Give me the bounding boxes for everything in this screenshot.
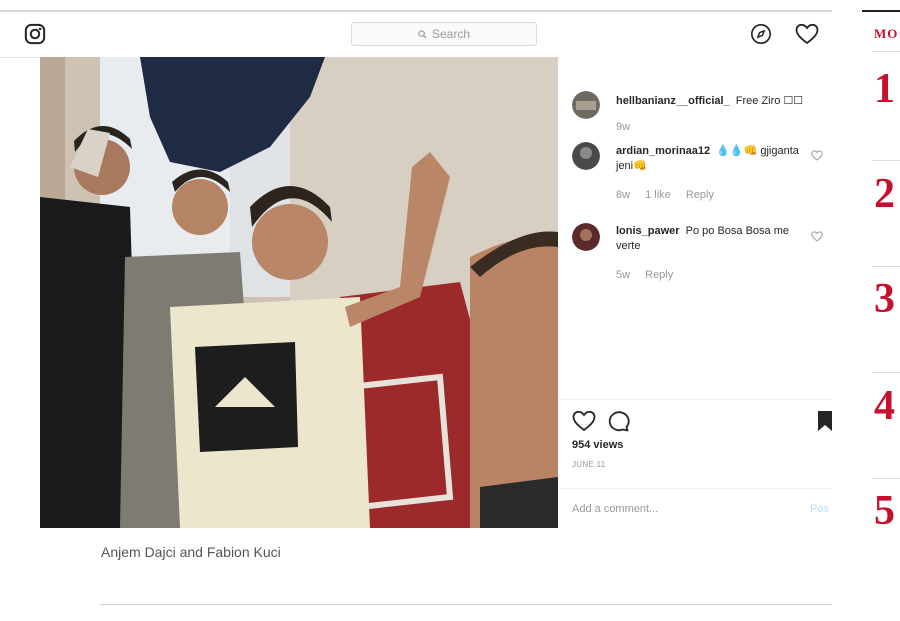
post-comment-button[interactable]: Pos bbox=[810, 503, 829, 515]
comment-bubble-icon[interactable] bbox=[606, 410, 630, 432]
rail-divider bbox=[872, 372, 900, 373]
post-date[interactable]: JUNE 11 bbox=[572, 460, 606, 469]
comment-item: hellbanianz__official_ Free Ziro ☐☐ bbox=[572, 91, 822, 131]
rank-number[interactable]: 3 bbox=[874, 278, 895, 320]
comment-likes[interactable]: 1 like bbox=[645, 189, 671, 201]
like-comment-heart-icon[interactable] bbox=[811, 150, 823, 161]
heart-icon[interactable] bbox=[795, 23, 819, 45]
reply-link[interactable]: Reply bbox=[686, 189, 714, 201]
rail-title: MO bbox=[874, 26, 899, 41]
comment-meta: 5w Reply bbox=[616, 269, 685, 281]
rank-number[interactable]: 4 bbox=[874, 385, 895, 427]
post-sidebar: hellbanianz__official_ Free Ziro ☐☐ 9w a… bbox=[559, 57, 832, 528]
bookmark-icon[interactable] bbox=[817, 410, 833, 432]
instagram-logo-icon[interactable] bbox=[24, 23, 46, 45]
image-caption: Anjem Dajci and Fabion Kuci bbox=[101, 544, 281, 560]
rank-number[interactable]: 2 bbox=[874, 173, 895, 215]
search-input[interactable]: Search bbox=[351, 22, 537, 46]
rank-number[interactable]: 5 bbox=[874, 490, 895, 532]
rail-divider bbox=[872, 51, 900, 52]
post-actions: 954 views JUNE 11 Add a comment... Pos bbox=[559, 399, 832, 530]
avatar[interactable] bbox=[572, 223, 600, 251]
avatar[interactable] bbox=[572, 91, 600, 119]
comment-item: lonis_pawer Po po Bosa Bosa me verte bbox=[572, 223, 823, 263]
like-heart-icon[interactable] bbox=[572, 410, 596, 432]
most-read-rail: MO 1 2 3 4 5 bbox=[862, 10, 900, 621]
bottom-divider bbox=[100, 604, 832, 605]
comment-item: ardian_morinaa12 💧💧👊 gjiganta jeni👊 bbox=[572, 142, 823, 182]
comment-meta: 9w bbox=[616, 121, 642, 133]
comment-time: 8w bbox=[616, 189, 631, 201]
add-comment-bar: Add a comment... Pos bbox=[559, 488, 832, 531]
compass-icon[interactable] bbox=[750, 23, 772, 45]
comment-username[interactable]: ardian_morinaa12 bbox=[616, 145, 710, 157]
rail-top-rule bbox=[862, 10, 900, 12]
comment-time: 9w bbox=[616, 121, 631, 133]
comment-username[interactable]: hellbanianz__official_ bbox=[616, 95, 730, 107]
rail-divider bbox=[872, 266, 900, 267]
like-comment-heart-icon[interactable] bbox=[811, 231, 823, 242]
rank-number[interactable]: 1 bbox=[874, 68, 895, 110]
comment-username[interactable]: lonis_pawer bbox=[616, 225, 680, 237]
search-icon bbox=[418, 29, 427, 39]
search-placeholder: Search bbox=[431, 27, 471, 41]
add-comment-input[interactable]: Add a comment... bbox=[572, 503, 658, 515]
view-count[interactable]: 954 views bbox=[572, 439, 623, 451]
instagram-header: Search bbox=[0, 12, 832, 58]
comment-time: 5w bbox=[616, 269, 631, 281]
rail-divider bbox=[872, 478, 900, 479]
post-video-frame[interactable] bbox=[40, 57, 558, 528]
comment-text: Free Ziro ☐☐ bbox=[735, 95, 804, 107]
reply-link[interactable]: Reply bbox=[645, 269, 673, 281]
avatar[interactable] bbox=[572, 142, 600, 170]
rail-divider bbox=[872, 160, 900, 161]
comment-meta: 8w 1 like Reply bbox=[616, 189, 726, 201]
